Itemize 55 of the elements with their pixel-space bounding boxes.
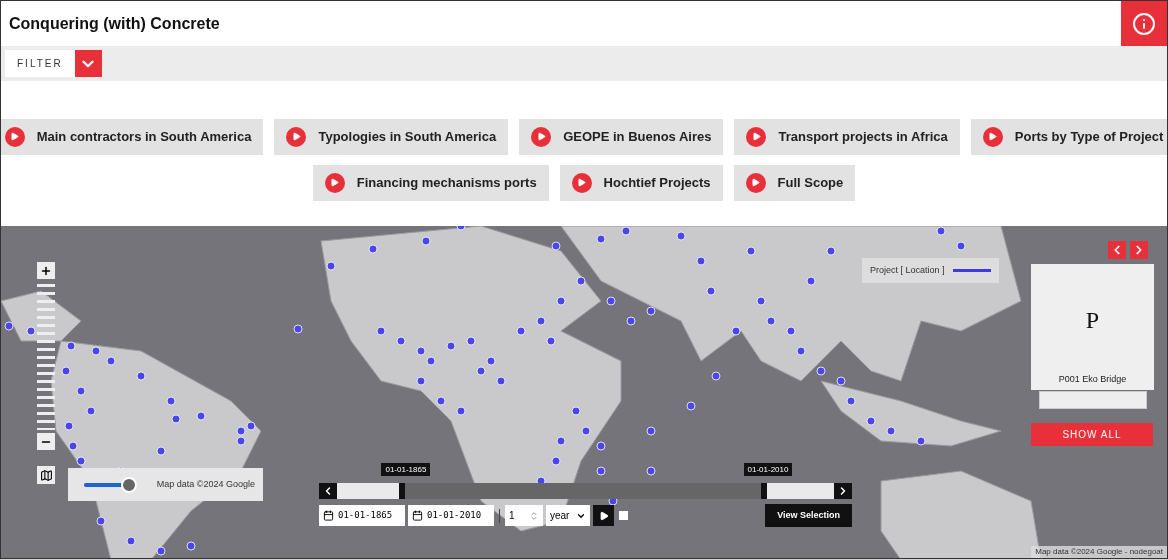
story-button[interactable]: Transport projects in Africa [734,118,960,155]
unit-select[interactable]: year [546,505,590,526]
story-button[interactable]: GEOPE in Buenos Aires [519,118,724,155]
view-selection-button[interactable]: View Selection [765,504,852,527]
calendar-icon [323,510,334,521]
zoom-in-button[interactable] [37,262,55,279]
calendar-icon [412,510,423,521]
end-handle[interactable] [761,483,768,499]
previous-button[interactable] [1108,241,1126,259]
story-button[interactable]: Hochtief Projects [559,164,723,201]
play-icon [4,126,25,147]
spinner-arrows-icon [529,510,539,521]
story-button[interactable]: Ports by Type of Project [970,118,1167,155]
start-date-label: 01-01-1865 [381,463,431,476]
timeline-back-button[interactable] [319,483,337,499]
play-icon [745,172,766,193]
info-button[interactable] [1121,1,1167,46]
card-letter: P [1085,306,1100,335]
play-icon [571,172,592,193]
legend-label: Project [ Location ] [870,263,945,277]
legend-line-icon [952,269,991,272]
map-type-button[interactable] [37,466,55,484]
zoom-out-button[interactable] [37,433,55,450]
project-card[interactable]: P P001 Eko Bridge [1031,264,1154,390]
page-title: Conquering (with) Concrete [8,13,221,34]
card-title: P001 Eko Bridge [1058,372,1127,386]
play-button[interactable] [593,505,614,526]
story-button[interactable]: Typologies in South America [274,118,509,155]
filter-toggle-button[interactable] [74,50,102,77]
play-icon [531,126,552,147]
map-attribution: Map data ©2024 Google [156,477,255,491]
plus-icon [40,264,52,277]
start-handle[interactable] [398,483,405,499]
filter-label: FILTER [5,50,75,77]
info-icon [1132,11,1156,36]
world-map[interactable]: Map data ©2024 Google Project [ Location ] P P001 Eko Bridge SHOW ALL 01-01-1865 01-01-2010 01-01-1865 01-01-2010 1 year View Selection Map data ©2024 Google - nodegoat [1,226,1167,558]
next-button[interactable] [1130,241,1148,259]
play-icon [598,510,609,521]
play-icon [324,172,345,193]
loop-checkbox[interactable] [619,511,628,520]
timeline-forward-button[interactable] [834,483,852,499]
play-icon [286,126,307,147]
end-date-label: 01-01-2010 [743,463,793,476]
start-date-field[interactable]: 01-01-1865 [319,505,405,526]
step-field[interactable]: 1 [505,505,543,526]
map-footer-attribution: Map data ©2024 Google - nodegoat [1031,546,1167,558]
story-button[interactable]: Main contractors in South America [1,118,264,155]
story-button[interactable]: Full Scope [733,164,856,201]
play-icon [746,126,767,147]
story-button[interactable]: Financing mechanisms ports [312,164,549,201]
play-icon [982,126,1003,147]
zoom-scale-icon [37,282,55,430]
end-date-field[interactable]: 01-01-2010 [408,505,494,526]
show-all-button[interactable]: SHOW ALL [1031,423,1153,446]
map-icon [39,468,53,482]
